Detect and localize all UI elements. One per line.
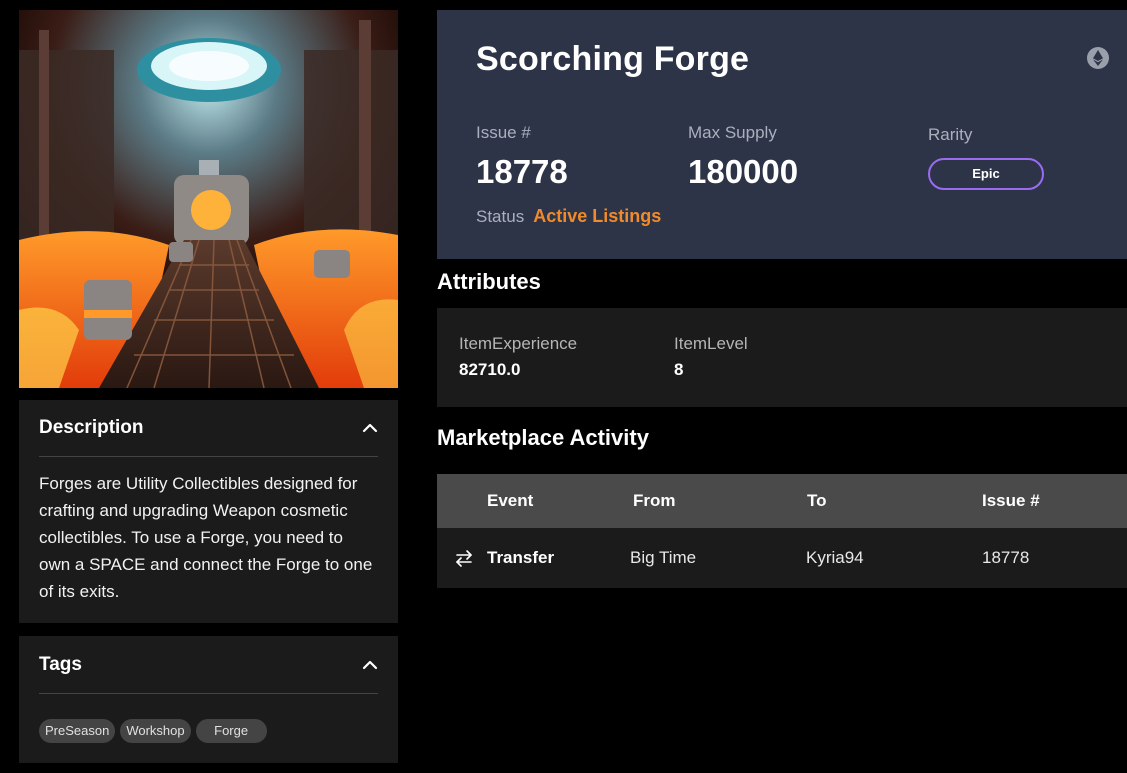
- tag-workshop[interactable]: Workshop: [120, 719, 191, 743]
- attribute-name: ItemExperience: [459, 334, 578, 353]
- issue-value: 18778: [476, 153, 568, 190]
- attributes-panel: ItemExperience 82710.0 ItemLevel 8: [437, 308, 1127, 407]
- attribute-name: ItemLevel: [674, 334, 748, 353]
- tags-title: Tags: [39, 653, 82, 675]
- swap-arrows-icon: [456, 550, 472, 567]
- column-header-event: Event: [487, 491, 534, 510]
- column-header-to: To: [807, 491, 827, 510]
- chevron-up-icon[interactable]: [362, 657, 378, 673]
- table-header: Event From To Issue #: [437, 474, 1127, 528]
- row-from[interactable]: Big Time: [630, 528, 696, 588]
- attributes-title: Attributes: [437, 269, 541, 294]
- status-value[interactable]: Active Listings: [533, 206, 661, 227]
- attribute-item: ItemLevel 8: [674, 334, 748, 380]
- column-header-from: From: [633, 491, 676, 510]
- item-title: Scorching Forge: [476, 40, 750, 78]
- attribute-value: 82710.0: [459, 360, 521, 379]
- table-row[interactable]: Transfer Big Time Kyria94 18778: [437, 528, 1127, 588]
- row-issue: 18778: [982, 548, 1030, 567]
- item-artwork: [19, 10, 398, 388]
- marketplace-title: Marketplace Activity: [437, 425, 649, 450]
- max-supply-value: 180000: [688, 153, 799, 190]
- tags-panel: Tags PreSeason Workshop Forge: [19, 636, 398, 763]
- rarity-badge: Epic: [928, 158, 1044, 190]
- item-summary-card: Scorching Forge Issue # 18778 Max Supply…: [437, 10, 1127, 259]
- status-label: Status: [476, 207, 525, 226]
- issue-label: Issue #: [476, 123, 531, 142]
- attribute-value: 8: [674, 360, 684, 379]
- description-title: Description: [39, 417, 144, 438]
- rarity-label: Rarity: [928, 125, 973, 144]
- max-supply-label: Max Supply: [688, 123, 777, 142]
- attribute-item: ItemExperience 82710.0: [459, 334, 577, 380]
- tag-preseason[interactable]: PreSeason: [39, 719, 116, 743]
- chevron-up-icon[interactable]: [362, 420, 378, 436]
- status-row: Status Active Listings: [476, 206, 661, 227]
- row-to[interactable]: Kyria94: [806, 528, 864, 588]
- tag-list: PreSeason Workshop Forge: [39, 719, 267, 743]
- tag-forge[interactable]: Forge: [195, 719, 267, 743]
- tags-header[interactable]: Tags: [39, 636, 378, 694]
- description-text: Forges are Utility Collectibles designed…: [39, 474, 373, 601]
- ethereum-icon: [1087, 47, 1109, 69]
- description-header[interactable]: Description: [39, 400, 378, 457]
- marketplace-activity-table: Event From To Issue # Transfer Big Time …: [437, 474, 1127, 588]
- description-panel: Description Forges are Utility Collectib…: [19, 400, 398, 623]
- column-header-issue: Issue #: [982, 491, 1040, 510]
- row-event: Transfer: [487, 548, 555, 567]
